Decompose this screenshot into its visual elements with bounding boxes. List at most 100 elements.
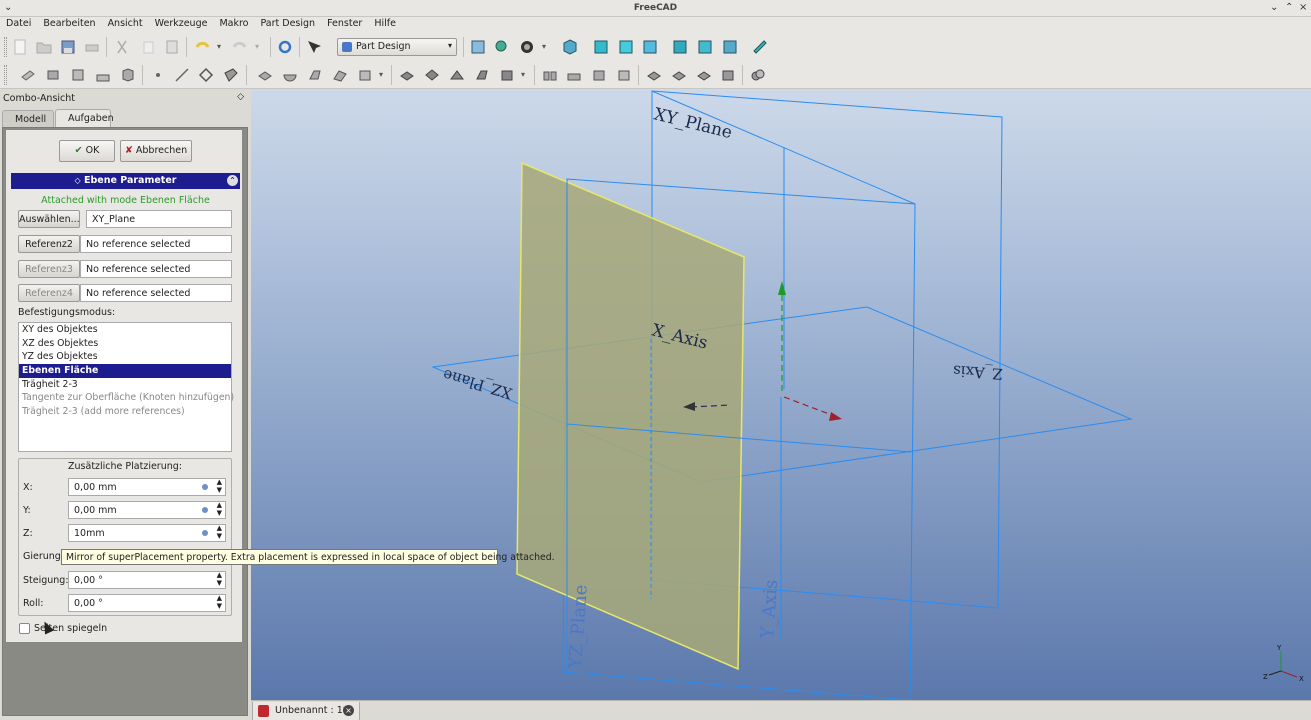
top-view-icon[interactable] — [618, 39, 634, 55]
reference3-button[interactable]: Referenz3 — [18, 260, 80, 278]
menu-makro[interactable]: Makro — [213, 17, 254, 33]
print-icon[interactable] — [84, 39, 100, 55]
bottom-view-icon[interactable] — [697, 39, 713, 55]
selected-datum-plane[interactable] — [516, 161, 745, 671]
fillet-icon[interactable] — [646, 67, 662, 83]
3d-viewport[interactable]: XY_Plane X_Axis YZ_Plane Y_Axis XZ_Plane… — [251, 89, 1311, 700]
create-body-icon[interactable] — [20, 67, 36, 83]
groove-icon[interactable] — [449, 67, 465, 83]
spin-arrows-icon[interactable]: ▲ ▼ — [217, 571, 222, 587]
paste-icon[interactable] — [164, 39, 180, 55]
shape-binder-icon[interactable] — [223, 67, 239, 83]
cut-icon[interactable] — [114, 39, 130, 55]
thickness-icon[interactable] — [720, 67, 736, 83]
additive-primitive-icon[interactable] — [357, 67, 373, 83]
mirrored-icon[interactable] — [542, 67, 558, 83]
tab-aufgaben[interactable]: Aufgaben — [55, 109, 114, 128]
ok-button[interactable]: ✔ OK — [59, 140, 115, 162]
create-sketch-icon[interactable] — [45, 67, 61, 83]
y-offset-input[interactable]: 0,00 mm ▲ ▼ — [68, 501, 226, 519]
reference3-field[interactable]: No reference selected — [80, 260, 232, 278]
collapse-icon[interactable]: ⌃ — [227, 175, 238, 186]
right-view-icon[interactable] — [642, 39, 658, 55]
open-file-icon[interactable] — [36, 39, 52, 55]
measure-icon[interactable] — [752, 39, 768, 55]
left-view-icon[interactable] — [722, 39, 738, 55]
z-offset-input[interactable]: 10mm ▲ ▼ — [68, 524, 226, 542]
additive-primitive-dropdown-icon[interactable]: ▾ — [379, 70, 383, 79]
subtractive-primitive-dropdown-icon[interactable]: ▾ — [521, 70, 525, 79]
reference1-field[interactable]: XY_Plane — [86, 210, 232, 228]
list-item[interactable]: Trägheit 2-3 (add more references) — [19, 405, 231, 419]
copy-icon[interactable] — [140, 39, 156, 55]
polar-pattern-icon[interactable] — [591, 67, 607, 83]
reference4-field[interactable]: No reference selected — [80, 284, 232, 302]
reference2-field[interactable]: No reference selected — [80, 235, 232, 253]
spin-arrows-icon[interactable]: ▲ ▼ — [217, 524, 222, 540]
chamfer-icon[interactable] — [671, 67, 687, 83]
menu-part-design[interactable]: Part Design — [255, 17, 322, 33]
subtractive-pipe-icon[interactable] — [499, 67, 515, 83]
draft-icon[interactable] — [696, 67, 712, 83]
toolbar-grip[interactable] — [4, 37, 7, 57]
reference2-button[interactable]: Referenz2 — [18, 235, 80, 253]
subtractive-loft-icon[interactable] — [474, 67, 490, 83]
draw-style-icon[interactable] — [519, 39, 535, 55]
undo-icon[interactable] — [194, 39, 210, 55]
maximize-button[interactable]: ⌃ — [1285, 2, 1293, 13]
reference4-button[interactable]: Referenz4 — [18, 284, 80, 302]
additive-loft-icon[interactable] — [307, 67, 323, 83]
spin-arrows-icon[interactable]: ▲ ▼ — [217, 478, 222, 494]
map-sketch-icon[interactable] — [95, 67, 111, 83]
pitch-input[interactable]: 0,00 ° ▲ ▼ — [68, 571, 226, 589]
whats-this-icon[interactable] — [306, 39, 322, 55]
menu-hilfe[interactable]: Hilfe — [368, 17, 402, 33]
refresh-icon[interactable] — [277, 39, 293, 55]
fit-all-icon[interactable] — [470, 39, 486, 55]
clone-icon[interactable] — [120, 67, 136, 83]
menu-werkzeuge[interactable]: Werkzeuge — [149, 17, 214, 33]
datum-line-icon[interactable] — [174, 67, 190, 83]
spin-arrows-icon[interactable]: ▲ ▼ — [217, 594, 222, 610]
pocket-icon[interactable] — [399, 67, 415, 83]
datum-point-icon[interactable] — [150, 67, 166, 83]
x-offset-input[interactable]: 0,00 mm ▲ ▼ — [68, 478, 226, 496]
validate-sketch-icon[interactable] — [70, 67, 86, 83]
spin-arrows-icon[interactable]: ▲ ▼ — [217, 501, 222, 517]
toolbar-grip[interactable] — [4, 65, 7, 85]
list-item[interactable]: XZ des Objektes — [19, 337, 231, 351]
multi-transform-icon[interactable] — [616, 67, 632, 83]
menu-datei[interactable]: Datei — [0, 17, 37, 33]
close-tab-icon[interactable]: × — [343, 705, 354, 716]
expression-icon[interactable] — [202, 507, 208, 513]
redo-dropdown-icon[interactable]: ▾ — [255, 42, 259, 51]
window-menu-icon[interactable]: ⌄ — [4, 2, 12, 13]
hole-icon[interactable] — [424, 67, 440, 83]
list-item-selected[interactable]: Ebenen Fläche — [19, 364, 231, 378]
additive-pipe-icon[interactable] — [332, 67, 348, 83]
draw-style-dropdown-icon[interactable]: ▾ — [542, 42, 546, 51]
document-tab[interactable]: Unbenannt : 1* × — [252, 702, 360, 720]
roll-input[interactable]: 0,00 ° ▲ ▼ — [68, 594, 226, 612]
linear-pattern-icon[interactable] — [566, 67, 582, 83]
attachment-mode-list[interactable]: XY des Objektes XZ des Objektes YZ des O… — [18, 322, 234, 452]
isometric-view-icon[interactable] — [562, 39, 578, 55]
menu-bearbeiten[interactable]: Bearbeiten — [37, 17, 101, 33]
workbench-selector[interactable]: Part Design ▾ — [337, 38, 457, 56]
list-item[interactable]: Trägheit 2-3 — [19, 378, 231, 392]
revolution-icon[interactable] — [282, 67, 298, 83]
list-item[interactable]: Tangente zur Oberfläche (Knoten hinzufüg… — [19, 391, 234, 405]
float-panel-icon[interactable]: ◇ — [237, 92, 244, 102]
datum-plane-icon[interactable] — [198, 67, 214, 83]
front-view-icon[interactable] — [593, 39, 609, 55]
minimize-button[interactable]: ⌄ — [1270, 2, 1278, 13]
cancel-button[interactable]: ✘ Abbrechen — [120, 140, 192, 162]
undo-dropdown-icon[interactable]: ▾ — [217, 42, 221, 51]
select-reference-button[interactable]: Auswählen... — [18, 210, 80, 228]
scene-canvas[interactable]: XY_Plane X_Axis YZ_Plane Y_Axis XZ_Plane… — [251, 89, 1311, 700]
save-icon[interactable] — [60, 39, 76, 55]
boolean-icon[interactable] — [750, 67, 766, 83]
new-file-icon[interactable] — [12, 39, 28, 55]
menu-ansicht[interactable]: Ansicht — [102, 17, 149, 33]
expression-icon[interactable] — [202, 530, 208, 536]
